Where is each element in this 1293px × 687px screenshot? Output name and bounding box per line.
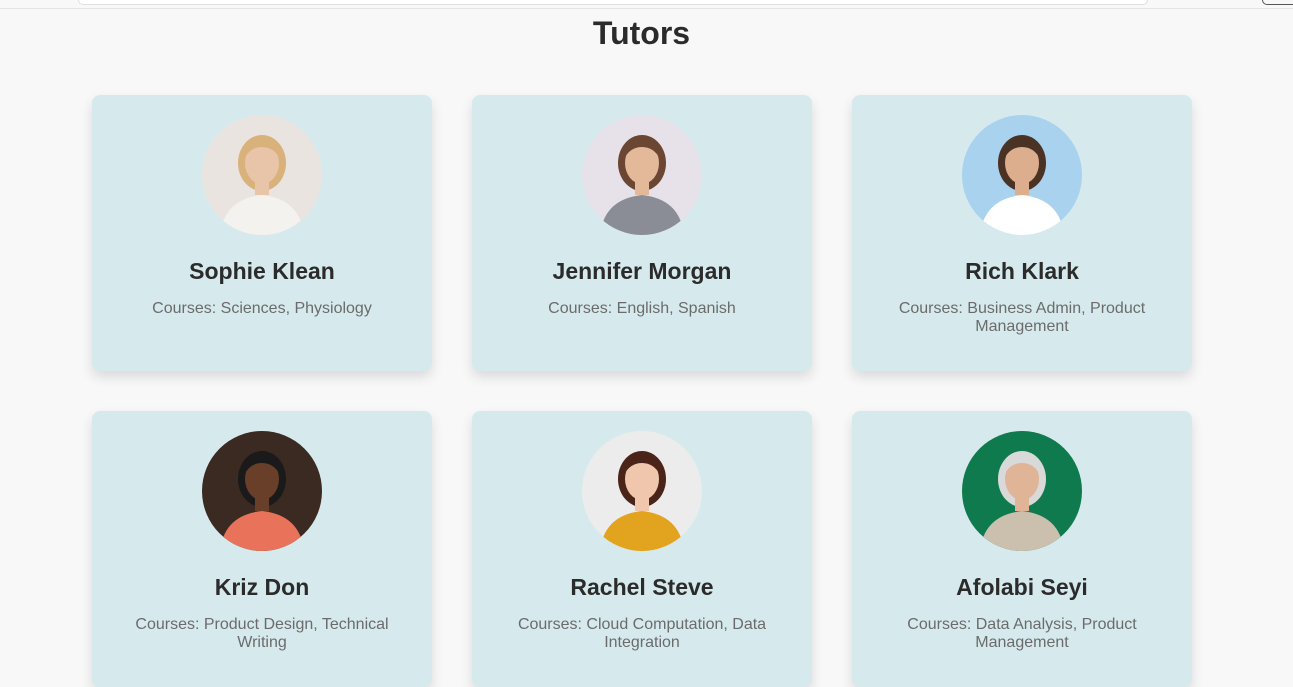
browser-top-strip: [0, 0, 1293, 9]
tutor-name: Afolabi Seyi: [956, 574, 1088, 600]
man-white-shirt-photo: [962, 115, 1082, 235]
tutor-name: Rich Klark: [965, 258, 1079, 284]
tutor-courses: Courses: Data Analysis, Product Manageme…: [907, 616, 1137, 651]
page-title: Tutors: [592, 15, 691, 51]
tutor-name: Kriz Don: [214, 574, 310, 600]
tutor-card[interactable]: Jennifer Morgan Courses: English, Spanis…: [472, 95, 812, 371]
tutor-card[interactable]: Rachel Steve Courses: Cloud Computation,…: [472, 411, 812, 687]
tutor-courses: Courses: Sciences, Physiology: [152, 300, 372, 317]
tutor-courses: Courses: English, Spanish: [548, 300, 736, 317]
woman-glasses-photo: [582, 115, 702, 235]
tutor-card[interactable]: Kriz Don Courses: Product Design, Techni…: [92, 411, 432, 687]
tutor-courses: Courses: Cloud Computation, Data Integra…: [517, 616, 767, 651]
woman-blonde-photo: [202, 115, 322, 235]
tutor-name: Jennifer Morgan: [552, 258, 732, 284]
tutor-card[interactable]: Sophie Klean Courses: Sciences, Physiolo…: [92, 95, 432, 371]
address-bar[interactable]: [78, 0, 1148, 5]
man-orange-sweater-photo: [202, 431, 322, 551]
tutor-grid: Sophie Klean Courses: Sciences, Physiolo…: [92, 95, 1192, 687]
tutor-courses: Courses: Product Design, Technical Writi…: [135, 616, 389, 651]
tutor-courses: Courses: Business Admin, Product Managem…: [898, 300, 1146, 335]
teacher-chalkboard-photo: [962, 431, 1082, 551]
window-corner-control[interactable]: [1262, 0, 1293, 5]
tutor-card[interactable]: Afolabi Seyi Courses: Data Analysis, Pro…: [852, 411, 1192, 687]
tutor-name: Rachel Steve: [570, 574, 714, 600]
tutor-card[interactable]: Rich Klark Courses: Business Admin, Prod…: [852, 95, 1192, 371]
woman-yellow-top-photo: [582, 431, 702, 551]
tutor-name: Sophie Klean: [189, 258, 335, 284]
